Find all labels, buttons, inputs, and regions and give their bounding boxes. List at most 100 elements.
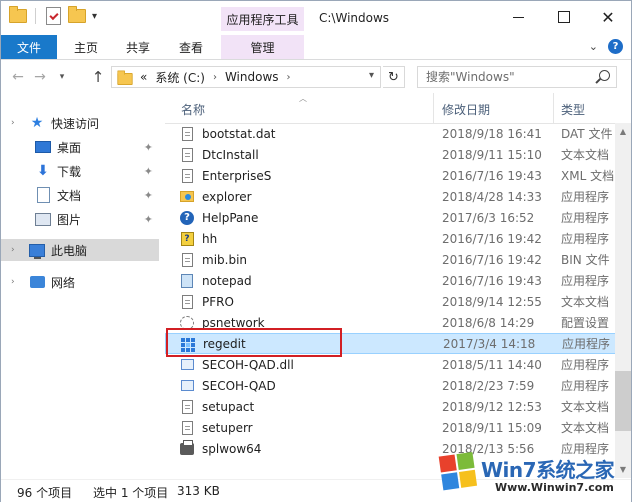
nav-item-quick-access[interactable]: › ★ 快速访问 bbox=[1, 112, 159, 134]
file-row[interactable]: bootstat.dat 2018/9/18 16:41 DAT 文件 bbox=[165, 123, 617, 144]
nav-item-this-pc[interactable]: › 此电脑 bbox=[1, 239, 159, 261]
close-button[interactable]: ✕ bbox=[585, 1, 631, 33]
up-button[interactable]: ↑ bbox=[87, 67, 109, 87]
file-row[interactable]: PFRO 2018/9/14 12:55 文本文档 bbox=[165, 291, 617, 312]
pin-icon[interactable]: ✦ bbox=[144, 189, 153, 202]
arrow-up-icon: ↑ bbox=[91, 68, 105, 86]
column-divider[interactable] bbox=[433, 93, 434, 123]
column-header-type[interactable]: 类型 bbox=[561, 101, 585, 118]
star-icon: ★ bbox=[30, 115, 44, 131]
expand-chevron-icon[interactable]: › bbox=[11, 277, 15, 287]
file-row[interactable]: explorer 2018/4/28 14:33 应用程序 bbox=[165, 186, 617, 207]
scrollbar-thumb[interactable] bbox=[615, 371, 631, 431]
computer-icon bbox=[29, 242, 45, 259]
nav-item-network[interactable]: › 网络 bbox=[1, 271, 159, 293]
document-icon bbox=[180, 252, 194, 267]
file-type: 文本文档 bbox=[561, 148, 610, 162]
maximize-button[interactable] bbox=[541, 1, 587, 33]
sort-ascending-icon: ︿ bbox=[299, 94, 307, 103]
nav-item-documents[interactable]: 文档 ✦ bbox=[1, 184, 159, 206]
search-icon[interactable] bbox=[599, 70, 610, 81]
status-size: 313 KB bbox=[177, 484, 220, 498]
explorer-icon bbox=[180, 189, 194, 204]
refresh-button[interactable]: ↻ bbox=[383, 66, 405, 88]
tab-view[interactable]: 查看 bbox=[165, 35, 217, 59]
file-row[interactable]: DtcInstall 2018/9/11 15:10 文本文档 bbox=[165, 144, 617, 165]
tab-share[interactable]: 共享 bbox=[113, 35, 163, 59]
expand-chevron-icon[interactable]: › bbox=[11, 245, 15, 255]
tab-home[interactable]: 主页 bbox=[61, 35, 111, 59]
file-type: XML 文档 bbox=[561, 169, 615, 183]
scroll-up-icon[interactable]: ▲ bbox=[615, 123, 631, 139]
nav-item-label: 桌面 bbox=[57, 140, 82, 155]
nav-item-desktop[interactable]: 桌面 ✦ bbox=[1, 136, 159, 158]
expand-ribbon-chevron-icon[interactable]: ⌄ bbox=[589, 40, 598, 53]
maximize-icon bbox=[558, 11, 570, 23]
column-header-name[interactable]: 名称 bbox=[181, 101, 205, 118]
file-type: 文本文档 bbox=[561, 421, 610, 435]
column-header-date[interactable]: 修改日期 bbox=[442, 101, 490, 118]
file-name: PFRO bbox=[202, 294, 234, 309]
file-row[interactable]: SECOH-QAD 2018/2/23 7:59 应用程序 bbox=[165, 375, 617, 396]
tab-file[interactable]: 文件 bbox=[1, 35, 57, 59]
file-type: 应用程序 bbox=[562, 337, 611, 351]
download-icon: ⬇ bbox=[37, 163, 49, 179]
breadcrumb-chevron-icon[interactable]: › bbox=[287, 72, 291, 83]
file-row[interactable]: mib.bin 2016/7/16 19:42 BIN 文件 bbox=[165, 249, 617, 270]
file-name: SECOH-QAD bbox=[202, 378, 276, 393]
file-date: 2017/3/4 14:18 bbox=[443, 336, 536, 351]
search-box[interactable] bbox=[417, 66, 617, 88]
tab-manage[interactable]: 管理 bbox=[221, 35, 304, 59]
recent-locations-button[interactable]: ▾ bbox=[51, 67, 73, 87]
nav-item-label: 快速访问 bbox=[51, 116, 100, 131]
file-date: 2018/6/8 14:29 bbox=[442, 315, 535, 330]
breadcrumb-system-drive[interactable]: 系统 (C:) bbox=[155, 69, 205, 86]
file-name: bootstat.dat bbox=[202, 126, 276, 141]
folder-icon[interactable] bbox=[9, 6, 27, 25]
document-icon bbox=[180, 126, 194, 141]
nav-item-label: 图片 bbox=[57, 212, 82, 227]
desktop-icon bbox=[35, 139, 51, 155]
column-divider[interactable] bbox=[553, 93, 554, 123]
breadcrumb-overflow[interactable]: « bbox=[140, 70, 147, 84]
file-name: HelpPane bbox=[202, 210, 259, 225]
file-row[interactable]: EnterpriseS 2016/7/16 19:43 XML 文档 bbox=[165, 165, 617, 186]
file-row[interactable]: setuperr 2018/9/11 15:09 文本文档 bbox=[165, 417, 617, 438]
file-row[interactable]: ? hh 2016/7/16 19:42 应用程序 bbox=[165, 228, 617, 249]
context-tab-group-label: 应用程序工具 bbox=[221, 7, 304, 31]
forward-button[interactable]: → bbox=[29, 67, 51, 87]
customize-toolbar-dropdown-icon[interactable]: ▾ bbox=[92, 11, 97, 22]
nav-item-downloads[interactable]: ⬇ 下载 ✦ bbox=[1, 160, 159, 182]
network-icon bbox=[29, 274, 45, 290]
document-icon bbox=[35, 187, 51, 203]
column-headers: ︿ 名称 修改日期 类型 bbox=[165, 93, 631, 124]
file-row[interactable]: ? HelpPane 2017/6/3 16:52 应用程序 bbox=[165, 207, 617, 228]
file-date: 2018/2/23 7:59 bbox=[442, 378, 535, 393]
properties-icon[interactable] bbox=[44, 7, 62, 25]
pin-icon[interactable]: ✦ bbox=[144, 141, 153, 154]
minimize-button[interactable] bbox=[495, 1, 541, 33]
expand-chevron-icon[interactable]: › bbox=[11, 118, 15, 128]
refresh-icon: ↻ bbox=[388, 69, 399, 85]
file-row[interactable]: setupact 2018/9/12 12:53 文本文档 bbox=[165, 396, 617, 417]
breadcrumb-chevron-icon[interactable]: › bbox=[213, 72, 217, 83]
file-type: 配置设置 bbox=[561, 316, 610, 330]
breadcrumb-windows[interactable]: Windows bbox=[225, 70, 279, 84]
address-history-dropdown-icon[interactable]: ▾ bbox=[369, 70, 374, 81]
file-type: 应用程序 bbox=[561, 232, 610, 246]
nav-item-pictures[interactable]: 图片 ✦ bbox=[1, 208, 159, 230]
file-name: mib.bin bbox=[202, 252, 248, 267]
help-icon[interactable]: ? bbox=[608, 39, 623, 54]
search-input[interactable] bbox=[424, 69, 598, 85]
address-bar[interactable]: « 系统 (C:) › Windows › ▾ bbox=[111, 66, 381, 88]
file-date: 2017/6/3 16:52 bbox=[442, 210, 535, 225]
pin-icon[interactable]: ✦ bbox=[144, 213, 153, 226]
file-row[interactable]: SECOH-QAD.dll 2018/5/11 14:40 应用程序 bbox=[165, 354, 617, 375]
annotation-highlight bbox=[166, 328, 342, 357]
back-button[interactable]: ← bbox=[7, 67, 29, 87]
file-name: explorer bbox=[202, 189, 252, 204]
file-row[interactable]: notepad 2016/7/16 19:43 应用程序 bbox=[165, 270, 617, 291]
pin-icon[interactable]: ✦ bbox=[144, 165, 153, 178]
new-folder-icon[interactable] bbox=[68, 6, 86, 25]
file-date: 2016/7/16 19:42 bbox=[442, 231, 542, 246]
